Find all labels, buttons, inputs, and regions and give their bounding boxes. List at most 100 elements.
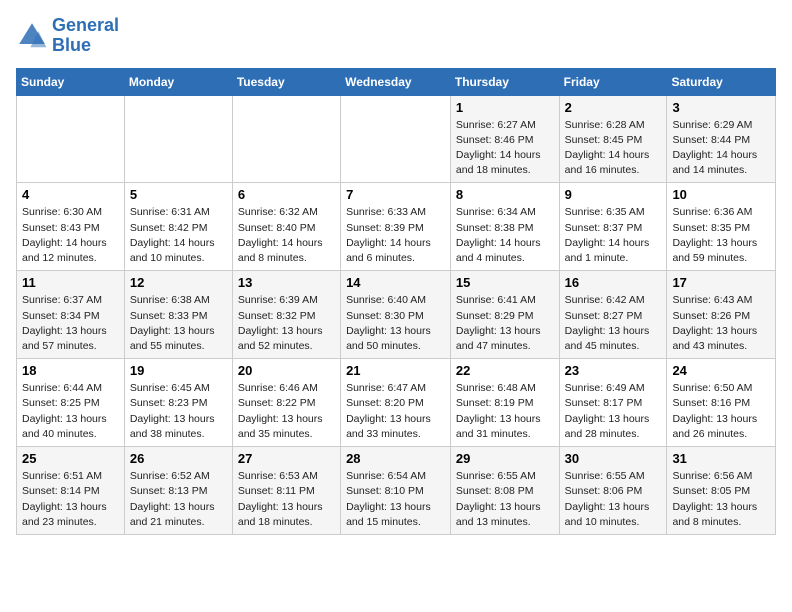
day-info: Sunrise: 6:42 AM Sunset: 8:27 PM Dayligh… (565, 293, 662, 354)
calendar-table: SundayMondayTuesdayWednesdayThursdayFrid… (16, 68, 776, 535)
day-info: Sunrise: 6:41 AM Sunset: 8:29 PM Dayligh… (456, 293, 554, 354)
day-number: 24 (672, 363, 770, 378)
day-info: Sunrise: 6:48 AM Sunset: 8:19 PM Dayligh… (456, 381, 554, 442)
logo-icon (16, 20, 48, 52)
day-number: 12 (130, 275, 227, 290)
calendar-cell: 15 Sunrise: 6:41 AM Sunset: 8:29 PM Dayli… (450, 271, 559, 359)
day-info: Sunrise: 6:49 AM Sunset: 8:17 PM Dayligh… (565, 381, 662, 442)
calendar-cell: 13 Sunrise: 6:39 AM Sunset: 8:32 PM Dayli… (232, 271, 340, 359)
calendar-cell: 12Sunrise: 6:38 AM Sunset: 8:33 PM Dayli… (124, 271, 232, 359)
logo: General Blue (16, 16, 119, 56)
day-number: 11 (22, 275, 119, 290)
header-row: SundayMondayTuesdayWednesdayThursdayFrid… (17, 68, 776, 95)
calendar-cell: 4 Sunrise: 6:30 AM Sunset: 8:43 PM Daylig… (17, 183, 125, 271)
day-info: Sunrise: 6:51 AM Sunset: 8:14 PM Dayligh… (22, 469, 119, 530)
calendar-cell: 31 Sunrise: 6:56 AM Sunset: 8:05 PM Dayli… (667, 447, 776, 535)
day-info: Sunrise: 6:53 AM Sunset: 8:11 PM Dayligh… (238, 469, 335, 530)
day-number: 6 (238, 187, 335, 202)
header: General Blue (16, 16, 776, 56)
calendar-cell: 18 Sunrise: 6:44 AM Sunset: 8:25 PM Dayli… (17, 359, 125, 447)
day-number: 26 (130, 451, 227, 466)
calendar-cell: 7Sunrise: 6:33 AM Sunset: 8:39 PM Daylig… (341, 183, 451, 271)
day-number: 5 (130, 187, 227, 202)
day-info: Sunrise: 6:37 AM Sunset: 8:34 PM Dayligh… (22, 293, 119, 354)
day-info: Sunrise: 6:47 AM Sunset: 8:20 PM Dayligh… (346, 381, 445, 442)
week-row-1: 4 Sunrise: 6:30 AM Sunset: 8:43 PM Daylig… (17, 183, 776, 271)
day-number: 8 (456, 187, 554, 202)
day-number: 31 (672, 451, 770, 466)
day-number: 9 (565, 187, 662, 202)
day-info: Sunrise: 6:55 AM Sunset: 8:06 PM Dayligh… (565, 469, 662, 530)
week-row-0: 1 Sunrise: 6:27 AM Sunset: 8:46 PM Daylig… (17, 95, 776, 183)
calendar-cell: 9 Sunrise: 6:35 AM Sunset: 8:37 PM Daylig… (559, 183, 667, 271)
day-number: 20 (238, 363, 335, 378)
calendar-cell: 5 Sunrise: 6:31 AM Sunset: 8:42 PM Daylig… (124, 183, 232, 271)
day-info: Sunrise: 6:35 AM Sunset: 8:37 PM Dayligh… (565, 205, 662, 266)
calendar-cell: 27Sunrise: 6:53 AM Sunset: 8:11 PM Dayli… (232, 447, 340, 535)
day-number: 4 (22, 187, 119, 202)
day-info: Sunrise: 6:56 AM Sunset: 8:05 PM Dayligh… (672, 469, 770, 530)
day-info: Sunrise: 6:44 AM Sunset: 8:25 PM Dayligh… (22, 381, 119, 442)
calendar-cell: 19Sunrise: 6:45 AM Sunset: 8:23 PM Dayli… (124, 359, 232, 447)
day-number: 23 (565, 363, 662, 378)
calendar-cell: 1 Sunrise: 6:27 AM Sunset: 8:46 PM Daylig… (450, 95, 559, 183)
calendar-cell: 6 Sunrise: 6:32 AM Sunset: 8:40 PM Daylig… (232, 183, 340, 271)
day-info: Sunrise: 6:30 AM Sunset: 8:43 PM Dayligh… (22, 205, 119, 266)
header-day-tuesday: Tuesday (232, 68, 340, 95)
day-info: Sunrise: 6:52 AM Sunset: 8:13 PM Dayligh… (130, 469, 227, 530)
week-row-2: 11 Sunrise: 6:37 AM Sunset: 8:34 PM Dayli… (17, 271, 776, 359)
calendar-cell: 20Sunrise: 6:46 AM Sunset: 8:22 PM Dayli… (232, 359, 340, 447)
day-info: Sunrise: 6:40 AM Sunset: 8:30 PM Dayligh… (346, 293, 445, 354)
calendar-cell: 23 Sunrise: 6:49 AM Sunset: 8:17 PM Dayli… (559, 359, 667, 447)
day-number: 15 (456, 275, 554, 290)
calendar-cell: 3 Sunrise: 6:29 AM Sunset: 8:44 PM Daylig… (667, 95, 776, 183)
day-number: 18 (22, 363, 119, 378)
day-info: Sunrise: 6:31 AM Sunset: 8:42 PM Dayligh… (130, 205, 227, 266)
day-number: 1 (456, 100, 554, 115)
day-number: 22 (456, 363, 554, 378)
day-info: Sunrise: 6:27 AM Sunset: 8:46 PM Dayligh… (456, 118, 554, 179)
logo-text: General Blue (52, 16, 119, 56)
calendar-cell: 17 Sunrise: 6:43 AM Sunset: 8:26 PM Dayli… (667, 271, 776, 359)
calendar-cell: 16 Sunrise: 6:42 AM Sunset: 8:27 PM Dayli… (559, 271, 667, 359)
day-info: Sunrise: 6:34 AM Sunset: 8:38 PM Dayligh… (456, 205, 554, 266)
week-row-3: 18 Sunrise: 6:44 AM Sunset: 8:25 PM Dayli… (17, 359, 776, 447)
day-info: Sunrise: 6:32 AM Sunset: 8:40 PM Dayligh… (238, 205, 335, 266)
day-number: 21 (346, 363, 445, 378)
day-number: 10 (672, 187, 770, 202)
header-day-monday: Monday (124, 68, 232, 95)
day-info: Sunrise: 6:36 AM Sunset: 8:35 PM Dayligh… (672, 205, 770, 266)
day-number: 3 (672, 100, 770, 115)
header-day-saturday: Saturday (667, 68, 776, 95)
day-number: 28 (346, 451, 445, 466)
day-info: Sunrise: 6:29 AM Sunset: 8:44 PM Dayligh… (672, 118, 770, 179)
week-row-4: 25Sunrise: 6:51 AM Sunset: 8:14 PM Dayli… (17, 447, 776, 535)
day-info: Sunrise: 6:43 AM Sunset: 8:26 PM Dayligh… (672, 293, 770, 354)
day-info: Sunrise: 6:54 AM Sunset: 8:10 PM Dayligh… (346, 469, 445, 530)
calendar-cell: 11 Sunrise: 6:37 AM Sunset: 8:34 PM Dayli… (17, 271, 125, 359)
calendar-cell: 10 Sunrise: 6:36 AM Sunset: 8:35 PM Dayli… (667, 183, 776, 271)
calendar-cell (17, 95, 125, 183)
calendar-cell: 21 Sunrise: 6:47 AM Sunset: 8:20 PM Dayli… (341, 359, 451, 447)
calendar-cell: 28 Sunrise: 6:54 AM Sunset: 8:10 PM Dayli… (341, 447, 451, 535)
calendar-cell (232, 95, 340, 183)
day-number: 16 (565, 275, 662, 290)
calendar-cell: 25Sunrise: 6:51 AM Sunset: 8:14 PM Dayli… (17, 447, 125, 535)
day-info: Sunrise: 6:39 AM Sunset: 8:32 PM Dayligh… (238, 293, 335, 354)
header-day-friday: Friday (559, 68, 667, 95)
day-number: 14 (346, 275, 445, 290)
day-number: 29 (456, 451, 554, 466)
calendar-cell (341, 95, 451, 183)
calendar-cell: 24Sunrise: 6:50 AM Sunset: 8:16 PM Dayli… (667, 359, 776, 447)
calendar-cell: 2Sunrise: 6:28 AM Sunset: 8:45 PM Daylig… (559, 95, 667, 183)
day-number: 30 (565, 451, 662, 466)
calendar-cell: 8 Sunrise: 6:34 AM Sunset: 8:38 PM Daylig… (450, 183, 559, 271)
day-info: Sunrise: 6:45 AM Sunset: 8:23 PM Dayligh… (130, 381, 227, 442)
day-info: Sunrise: 6:28 AM Sunset: 8:45 PM Dayligh… (565, 118, 662, 179)
day-number: 17 (672, 275, 770, 290)
day-number: 13 (238, 275, 335, 290)
day-number: 7 (346, 187, 445, 202)
calendar-cell: 29Sunrise: 6:55 AM Sunset: 8:08 PM Dayli… (450, 447, 559, 535)
calendar-cell: 22 Sunrise: 6:48 AM Sunset: 8:19 PM Dayli… (450, 359, 559, 447)
header-day-thursday: Thursday (450, 68, 559, 95)
